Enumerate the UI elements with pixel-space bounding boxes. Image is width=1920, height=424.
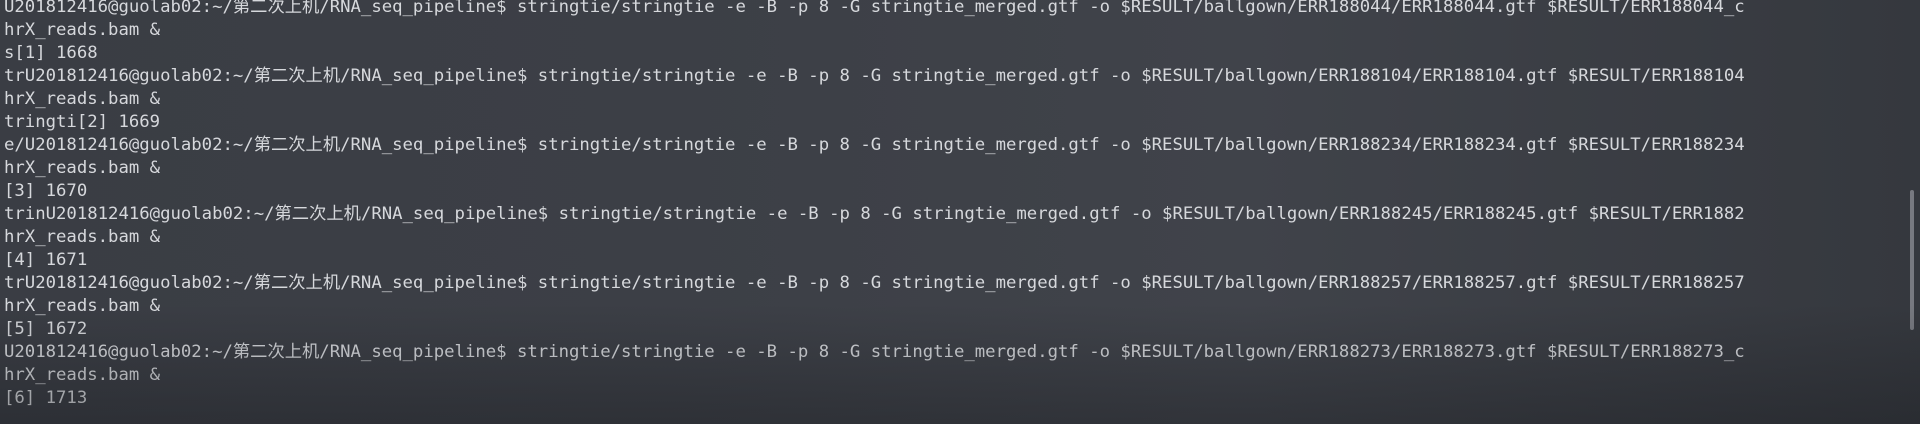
terminal-line: [3] 1670	[4, 181, 88, 201]
terminal-line: hrX_reads.bam &	[4, 89, 161, 109]
terminal-line: e/U201812416@guolab02:~/第二次上机/RNA_seq_pi…	[4, 135, 1745, 155]
terminal-line: s[1] 1668	[4, 43, 98, 63]
scrollbar[interactable]	[1902, 0, 1920, 424]
terminal-line: U201812416@guolab02:~/第二次上机/RNA_seq_pipe…	[4, 342, 1745, 362]
terminal-window[interactable]: U201812416@guolab02:~/第二次上机/RNA_seq_pipe…	[0, 0, 1920, 424]
terminal-line: U201812416@guolab02:~/第二次上机/RNA_seq_pipe…	[4, 0, 1745, 17]
scrollbar-thumb[interactable]	[1910, 190, 1914, 330]
terminal-line: tringti[2] 1669	[4, 112, 161, 132]
terminal-line: hrX_reads.bam &	[4, 365, 161, 385]
terminal-line: [6] 1713	[4, 388, 88, 408]
terminal-line: [4] 1671	[4, 250, 88, 270]
terminal-line: [5] 1672	[4, 319, 88, 339]
terminal-line: hrX_reads.bam &	[4, 20, 161, 40]
terminal-line: trinU201812416@guolab02:~/第二次上机/RNA_seq_…	[4, 204, 1745, 224]
terminal-line: hrX_reads.bam &	[4, 227, 161, 247]
terminal-line: hrX_reads.bam &	[4, 296, 161, 316]
terminal-output[interactable]: U201812416@guolab02:~/第二次上机/RNA_seq_pipe…	[4, 0, 1880, 410]
terminal-line: trU201812416@guolab02:~/第二次上机/RNA_seq_pi…	[4, 273, 1745, 293]
terminal-line: trU201812416@guolab02:~/第二次上机/RNA_seq_pi…	[4, 66, 1745, 86]
terminal-line: hrX_reads.bam &	[4, 158, 161, 178]
